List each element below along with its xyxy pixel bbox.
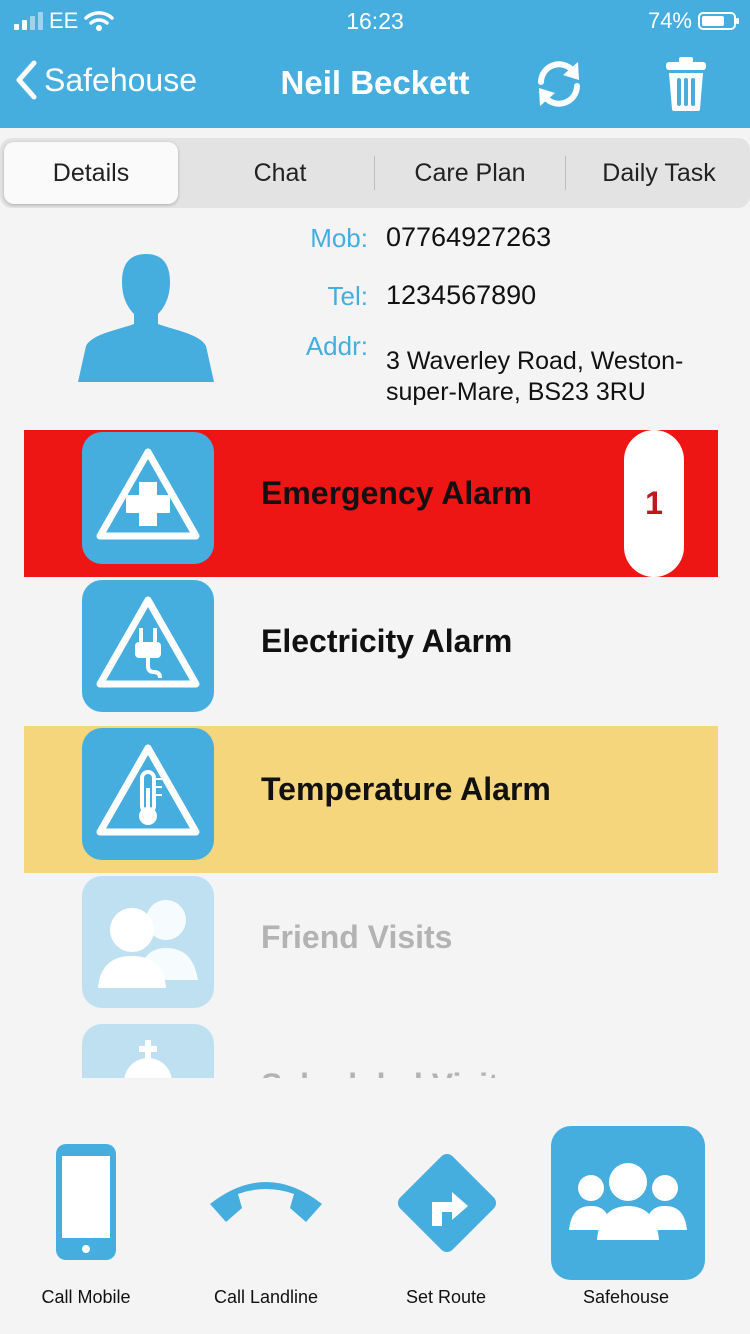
refresh-icon[interactable] — [533, 58, 585, 110]
battery-info: 74% — [647, 8, 739, 34]
alarm-count-badge: 1 — [624, 430, 684, 577]
tab-daily-task[interactable]: Daily Task — [568, 142, 750, 204]
alarm-row-friend-visits[interactable]: Friend Visits — [24, 874, 718, 1021]
tab-label: Safehouse — [582, 1287, 670, 1307]
alarm-row-scheduled-visits[interactable]: Scheduled Visits — [24, 1022, 718, 1078]
safehouse-button[interactable]: Safehouse — [536, 1078, 716, 1334]
alarm-row-electricity[interactable]: Electricity Alarm — [24, 578, 718, 725]
set-route-button[interactable]: Set Route — [356, 1078, 536, 1334]
landline-phone-icon — [210, 1182, 322, 1222]
avatar — [78, 254, 214, 382]
tab-chat[interactable]: Chat — [188, 142, 372, 204]
tab-details[interactable]: Details — [4, 142, 178, 204]
alarm-label: Electricity Alarm — [261, 623, 513, 659]
telephone-label: Tel: — [327, 281, 368, 311]
alarm-list[interactable]: Emergency Alarm 1 Electricity Alarm Temp… — [0, 430, 750, 1078]
address-label: Addr: — [305, 331, 368, 361]
electric-plug-warning-icon — [82, 580, 214, 712]
bottom-toolbar: Call Mobile Call Landline Set Route Safe… — [0, 1078, 750, 1334]
alarm-label: Friend Visits — [261, 919, 453, 955]
segmented-tabs: Details Chat Care Plan Daily Task — [0, 138, 750, 208]
alarm-row-temperature[interactable]: Temperature Alarm — [24, 726, 718, 873]
medical-cross-warning-icon — [82, 432, 214, 564]
call-landline-button[interactable]: Call Landline — [176, 1078, 356, 1334]
tab-divider — [374, 156, 375, 190]
tab-label: Set Route — [405, 1287, 487, 1307]
nav-bar: Safehouse Neil Beckett — [0, 40, 750, 128]
call-mobile-button[interactable]: Call Mobile — [0, 1078, 176, 1334]
telephone-number[interactable]: 1234567890 — [386, 280, 536, 311]
thermometer-warning-icon — [82, 728, 214, 860]
tab-care-plan[interactable]: Care Plan — [376, 142, 564, 204]
alarm-label: Scheduled Visits — [261, 1067, 517, 1078]
trash-icon[interactable] — [664, 56, 708, 112]
friends-icon — [82, 876, 214, 1008]
battery-percent: 74% — [647, 8, 692, 33]
alarm-label: Temperature Alarm — [261, 771, 551, 807]
tab-label: Call Landline — [213, 1287, 319, 1307]
mobile-number[interactable]: 07764927263 — [386, 222, 551, 253]
address-value: 3 Waverley Road, Weston-super-Mare, BS23… — [386, 347, 684, 406]
alarm-row-emergency[interactable]: Emergency Alarm 1 — [24, 430, 718, 577]
scheduled-visit-icon — [82, 1024, 214, 1078]
tab-divider — [565, 156, 566, 190]
battery-icon — [698, 12, 739, 30]
tab-label: Call Mobile — [41, 1287, 131, 1307]
status-bar: EE 16:23 74% — [0, 0, 750, 40]
page-title: Neil Beckett — [280, 64, 470, 101]
route-sign-icon — [397, 1153, 497, 1253]
clock: 16:23 — [346, 8, 404, 34]
alarm-label: Emergency Alarm — [261, 475, 532, 511]
group-icon — [569, 1163, 687, 1240]
mobile-phone-icon — [56, 1144, 116, 1260]
mobile-label: Mob: — [310, 223, 368, 253]
